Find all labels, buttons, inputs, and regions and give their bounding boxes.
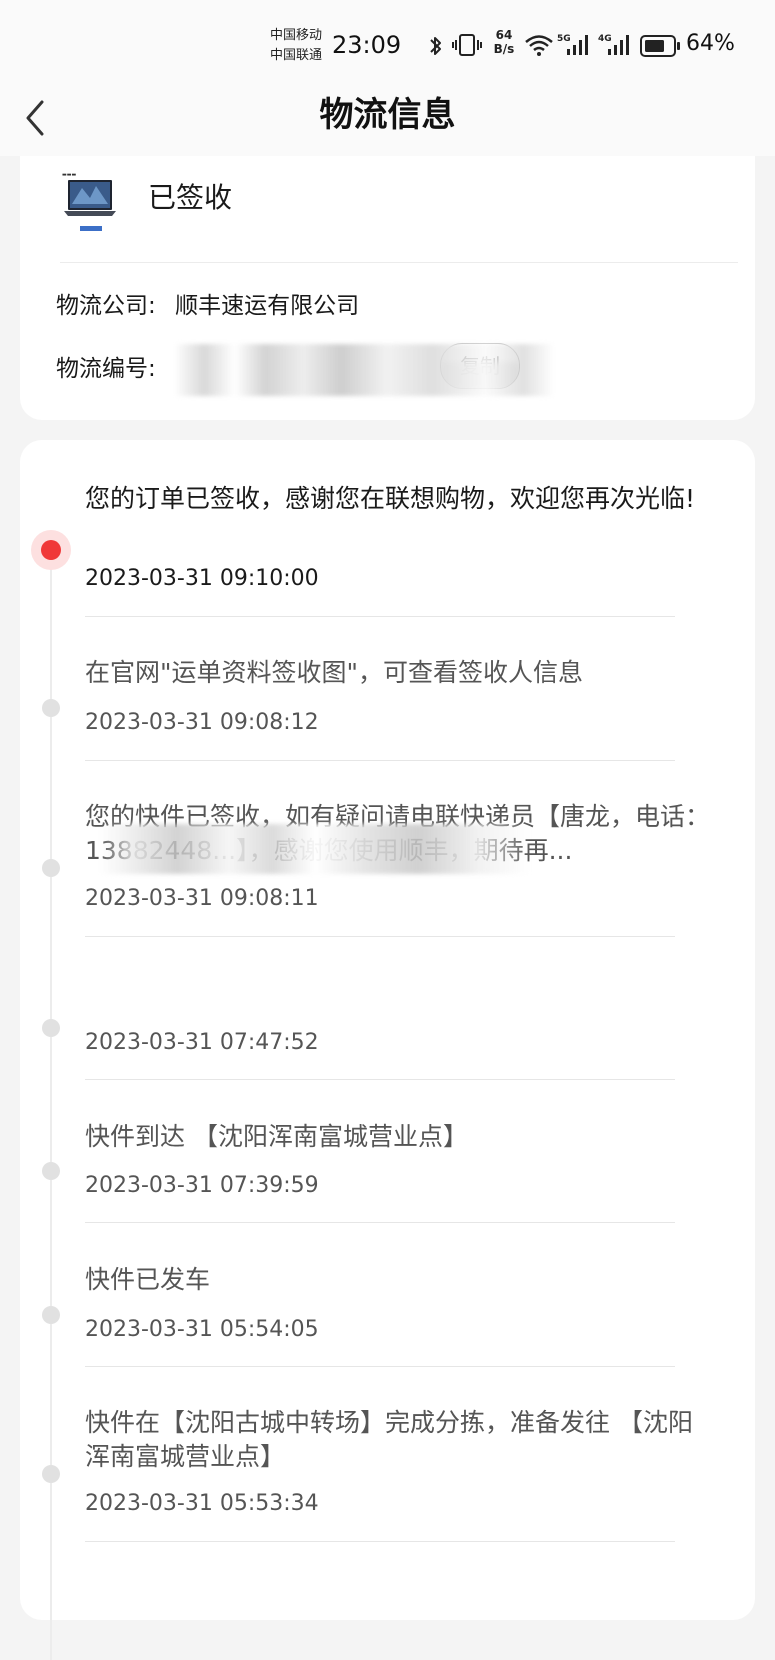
carrier-2: 中国联通 [270,48,323,63]
phone-redacted [100,824,530,874]
timeline-dot [42,1162,60,1180]
timeline-event-time: 2023-03-31 05:54:05 [85,1317,319,1342]
product-thumbnail[interactable]: ▬▬▬ [60,170,118,234]
status-bar: 中国移动 中国联通 23:09 64 B/s 5G 4G 64% [0,0,775,90]
timeline-separator [85,936,675,937]
logistics-timeline: 您的订单已签收，感谢您在联想购物，欢迎您再次光临! 2023-03-31 09:… [20,440,755,1660]
timeline-separator [85,1541,675,1542]
bluetooth-icon [430,37,441,55]
tracking-number-redacted [174,344,554,396]
battery-percentage: 64% [686,31,735,56]
timeline-dot [42,699,60,717]
signal-1-label: 5G [557,34,571,44]
timeline-separator [85,1366,675,1367]
timeline-event-text: 快件已发车 [85,1265,211,1294]
timeline-event-time: 2023-03-31 09:08:12 [85,710,319,735]
divider [60,262,738,263]
timeline-event-time: 2023-03-31 07:47:52 [85,1030,319,1055]
timeline-dot [42,1019,60,1037]
network-speed: 64 B/s [493,28,515,56]
timeline-dot [42,859,60,877]
timeline-event-time: 2023-03-31 05:53:34 [85,1491,319,1516]
timeline-dot [42,1465,60,1483]
svg-text:▬▬▬: ▬▬▬ [62,172,76,178]
signal-5g-icon: 5G [557,34,588,55]
tracking-number-row: 物流编号: [56,352,156,386]
timeline-event-time: 2023-03-31 09:08:11 [85,886,319,911]
battery-icon [640,35,680,57]
timeline-dot [42,1306,60,1324]
carrier-info: 中国移动 中国联通 [270,26,332,66]
timeline-event-text: 在官网"运单资料签收图"，可查看签收人信息 [85,658,583,687]
wifi-icon [525,35,553,56]
timeline-event-text: 您的订单已签收，感谢您在联想购物，欢迎您再次光临! [85,484,696,513]
timeline-event-time: 2023-03-31 07:39:59 [85,1173,319,1198]
signal-2-label: 4G [598,34,612,44]
timeline-dot-current [31,530,71,570]
timeline-event-text: 快件在【沈阳古城中转场】完成分拣，准备发往 【沈阳浑南富城营业点】 [85,1408,693,1471]
timeline-separator [85,760,675,761]
logistics-company-row: 物流公司: 顺丰速运有限公司 [56,289,359,323]
timeline-separator [85,1079,675,1080]
timeline-event-time: 2023-03-31 09:10:00 [85,566,319,591]
vibrate-icon [452,34,482,56]
carrier-1: 中国移动 [270,28,323,43]
timeline-separator [85,616,675,617]
timeline-separator [85,1222,675,1223]
delivery-status: 已签收 [148,181,233,214]
company-name: 顺丰速运有限公司 [175,293,360,319]
company-label: 物流公司: [56,293,156,319]
nav-bar: 物流信息 [0,90,775,156]
timeline-line [50,560,52,1660]
signal-4g-icon: 4G [598,34,629,55]
page-title: 物流信息 [319,95,456,135]
status-time: 23:09 [332,31,402,59]
order-card: ▬▬▬ 已签收 物流公司: 顺丰速运有限公司 物流编号: 复制 [20,156,755,420]
timeline-event-text: 快件到达 【沈阳浑南富城营业点】 [85,1122,468,1151]
tracking-label: 物流编号: [56,356,156,382]
